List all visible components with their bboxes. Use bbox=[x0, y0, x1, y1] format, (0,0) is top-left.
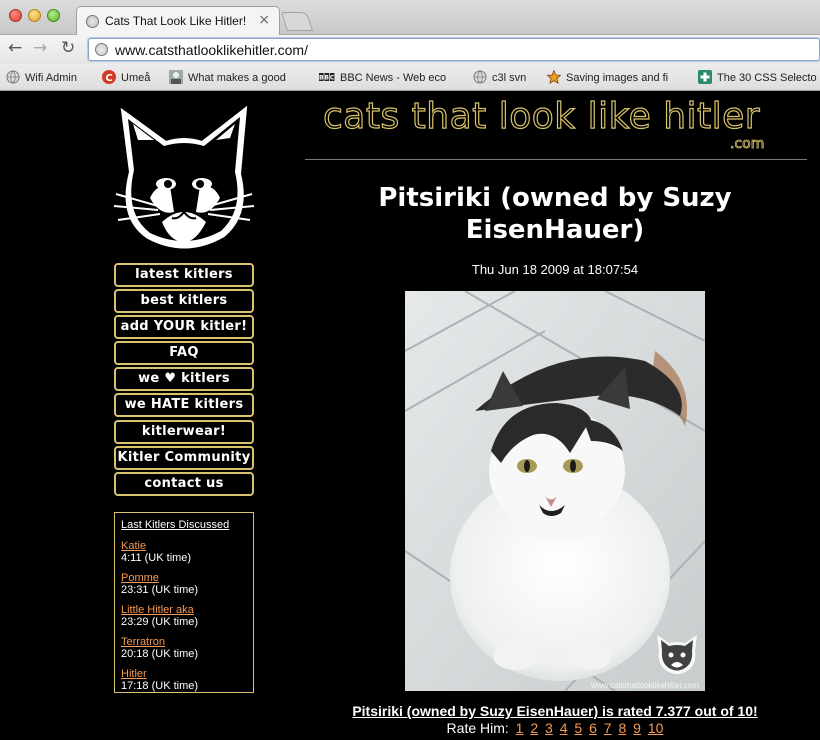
rate-him-row: Rate Him: 1 2 3 4 5 6 7 8 9 10 bbox=[320, 720, 790, 736]
cat-logo-icon[interactable] bbox=[108, 102, 260, 254]
menu-best-kitlers[interactable]: best kitlers bbox=[114, 289, 254, 314]
tab-close-button[interactable]: × bbox=[258, 12, 270, 28]
browser-toolbar: ← → ↻ www.catsthatlooklikehitler.com/ bbox=[0, 35, 820, 64]
photo-watermark: www.catsthatlooklikehitler.com bbox=[590, 681, 699, 690]
c-logo-icon: C bbox=[102, 70, 116, 84]
title-divider bbox=[305, 159, 807, 160]
rate-option-10[interactable]: 10 bbox=[648, 720, 664, 736]
recent-time: 23:29 (UK time) bbox=[121, 616, 199, 628]
menu-we-love-kitlers[interactable]: we ♥ kitlers bbox=[114, 367, 254, 392]
svg-text:C: C bbox=[105, 73, 112, 84]
bookmark-30-css-selectors[interactable]: The 30 CSS Selecto bbox=[698, 70, 820, 86]
globe-icon bbox=[473, 70, 487, 84]
main-menu: latest kitlers best kitlers add YOUR kit… bbox=[114, 263, 254, 498]
globe-icon bbox=[95, 43, 108, 56]
svg-text:C: C bbox=[330, 75, 335, 82]
tab-title: Cats That Look Like Hitler! bbox=[105, 14, 247, 28]
rate-label: Rate Him: bbox=[446, 720, 509, 736]
list-item: Pomme 23:31 (UK time) bbox=[121, 572, 247, 596]
bookmark-label: Saving images and fi bbox=[566, 72, 669, 84]
browser-tab[interactable]: Cats That Look Like Hitler! × bbox=[76, 6, 280, 36]
rate-option-4[interactable]: 4 bbox=[560, 720, 568, 736]
plus-icon bbox=[698, 70, 712, 84]
rate-option-8[interactable]: 8 bbox=[618, 720, 626, 736]
menu-add-your-kitler[interactable]: add YOUR kitler! bbox=[114, 315, 254, 340]
bookmark-label: Umeå bbox=[121, 72, 151, 84]
last-kitlers-discussed: Last Kitlers Discussed Katie 4:11 (UK ti… bbox=[114, 512, 254, 693]
kitler-name-heading: Pitsiriki (owned by Suzy EisenHauer) bbox=[378, 183, 732, 245]
avatar-icon bbox=[169, 70, 183, 84]
address-url[interactable]: www.catsthatlooklikehitler.com/ bbox=[115, 42, 308, 58]
star-icon bbox=[547, 70, 561, 84]
bbc-icon: B B C bbox=[319, 73, 335, 82]
rate-option-3[interactable]: 3 bbox=[545, 720, 553, 736]
reload-button[interactable]: ↻ bbox=[61, 38, 75, 58]
menu-faq[interactable]: FAQ bbox=[114, 341, 254, 366]
site-title: cats that look like hitler bbox=[322, 95, 761, 137]
bookmark-label: The 30 CSS Selecto bbox=[717, 72, 817, 84]
rate-option-9[interactable]: 9 bbox=[633, 720, 641, 736]
svg-text:B: B bbox=[324, 75, 329, 82]
bookmarks-bar: Wifi Admin C Umeå What makes a good B B … bbox=[0, 64, 820, 91]
list-item: Hitler 17:18 (UK time) bbox=[121, 668, 247, 692]
recent-kitler-link[interactable]: Katie bbox=[121, 540, 247, 552]
recent-title-link[interactable]: Last Kitlers Discussed bbox=[121, 519, 247, 531]
bookmark-label: c3l svn bbox=[492, 72, 527, 84]
recent-time: 20:18 (UK time) bbox=[121, 648, 199, 660]
address-bar[interactable]: www.catsthatlooklikehitler.com/ bbox=[88, 38, 820, 61]
kitler-date: Thu Jun 18 2009 at 18:07:54 bbox=[471, 262, 639, 277]
site-title-suffix: .com bbox=[730, 136, 765, 153]
rate-option-6[interactable]: 6 bbox=[589, 720, 597, 736]
bookmark-c3l-svn[interactable]: c3l svn bbox=[473, 70, 537, 86]
new-tab-button[interactable] bbox=[280, 12, 314, 31]
list-item: Terratron 20:18 (UK time) bbox=[121, 636, 247, 660]
bookmark-bbc-news[interactable]: B B C BBC News - Web eco bbox=[319, 70, 471, 86]
recent-kitler-link[interactable]: Little Hitler aka bbox=[121, 604, 247, 616]
rating-summary-link[interactable]: Pitsiriki (owned by Suzy EisenHauer) is … bbox=[320, 703, 790, 719]
bookmark-label: Wifi Admin bbox=[25, 72, 77, 84]
kitler-photo-image bbox=[405, 291, 705, 691]
menu-kitlerwear[interactable]: kitlerwear! bbox=[114, 419, 254, 444]
zoom-window-button[interactable] bbox=[47, 9, 60, 22]
menu-latest-kitlers[interactable]: latest kitlers bbox=[114, 263, 254, 287]
bookmark-wifi-admin[interactable]: Wifi Admin bbox=[6, 70, 92, 86]
bookmark-what-makes-a-good[interactable]: What makes a good bbox=[169, 70, 301, 86]
bookmark-saving-images[interactable]: Saving images and fi bbox=[547, 70, 685, 86]
back-button[interactable]: ← bbox=[8, 38, 22, 58]
rate-option-7[interactable]: 7 bbox=[604, 720, 612, 736]
tab-strip: Cats That Look Like Hitler! × bbox=[0, 0, 820, 36]
kitler-photo: www.catsthatlooklikehitler.com bbox=[405, 291, 705, 691]
list-item: Little Hitler aka 23:29 (UK time) bbox=[121, 604, 247, 628]
recent-time: 17:18 (UK time) bbox=[121, 680, 199, 692]
globe-icon bbox=[6, 70, 20, 84]
menu-we-hate-kitlers[interactable]: we HATE kitlers bbox=[114, 393, 254, 418]
close-window-button[interactable] bbox=[9, 9, 22, 22]
svg-text:B: B bbox=[319, 75, 324, 82]
recent-time: 23:31 (UK time) bbox=[121, 584, 199, 596]
forward-button[interactable]: → bbox=[33, 38, 47, 58]
recent-time: 4:11 (UK time) bbox=[121, 552, 192, 564]
minimize-window-button[interactable] bbox=[28, 9, 41, 22]
menu-contact-us[interactable]: contact us bbox=[114, 471, 254, 496]
rate-option-5[interactable]: 5 bbox=[574, 720, 582, 736]
recent-kitler-link[interactable]: Terratron bbox=[121, 636, 247, 648]
bookmark-umea[interactable]: C Umeå bbox=[102, 70, 162, 86]
rate-option-2[interactable]: 2 bbox=[530, 720, 538, 736]
list-item: Katie 4:11 (UK time) bbox=[121, 540, 247, 564]
menu-kitler-community[interactable]: Kitler Community bbox=[114, 445, 254, 470]
bookmark-label: What makes a good bbox=[188, 72, 286, 84]
page-content: latest kitlers best kitlers add YOUR kit… bbox=[0, 92, 820, 740]
recent-kitler-link[interactable]: Pomme bbox=[121, 572, 247, 584]
globe-icon bbox=[86, 15, 99, 28]
bookmark-label: BBC News - Web eco bbox=[340, 72, 447, 84]
recent-kitler-link[interactable]: Hitler bbox=[121, 668, 247, 680]
rate-option-1[interactable]: 1 bbox=[516, 720, 524, 736]
